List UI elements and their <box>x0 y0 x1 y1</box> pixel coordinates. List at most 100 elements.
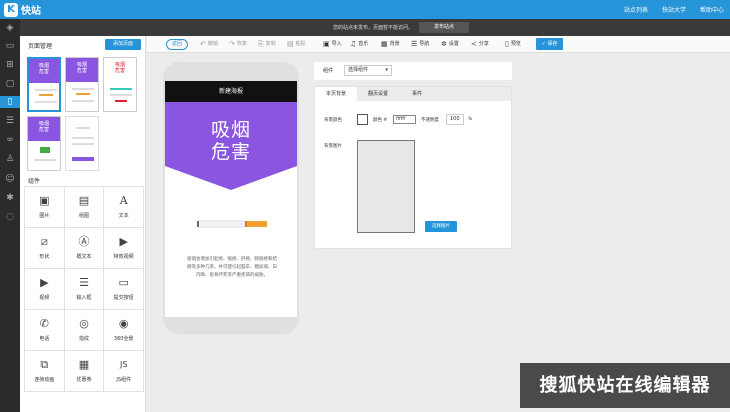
components-grid: ▣ 图片 ▤ 组图 A 文本 ⧄ 形状 Ⓐ 概文本 ▶ 特效视频 ▶ 视频 ☰ 输入框 ▭ 提交按… <box>24 186 145 392</box>
poster-title-line1: 吸烟 <box>210 119 251 141</box>
component-panorama[interactable]: ◉ 360全景 <box>104 310 145 351</box>
publish-site-button[interactable]: 发布站点 <box>419 22 469 33</box>
page-thumb-blank[interactable] <box>65 116 99 171</box>
preview-button[interactable]: ▯ 预览 <box>505 40 521 48</box>
phone-call-icon: ✆ <box>39 317 49 330</box>
properties-tabs: 本页背景 翻页设置 事件 <box>315 87 511 101</box>
copy-button[interactable]: ⎘ 复制 <box>258 40 276 49</box>
submit-icon: ▭ <box>118 276 129 289</box>
notice-text: 您的站点未发布，页面暂不能访问。 <box>333 25 414 31</box>
cart-icon[interactable]: ⊞ <box>4 59 16 71</box>
page-manager-title: 页面管理 <box>28 43 53 50</box>
save-button[interactable]: ✓ 保存 <box>536 38 563 50</box>
phone-icon[interactable]: ▯ <box>0 96 20 108</box>
paste-button[interactable]: ▤ 粘贴 <box>287 40 306 48</box>
background-icon: ▦ <box>381 40 388 48</box>
component-input[interactable]: ☰ 输入框 <box>64 269 105 310</box>
redo-button[interactable]: ↷ 恢复 <box>229 40 247 48</box>
app-name: 快站 <box>21 6 41 17</box>
tab-page-turn[interactable]: 翻页设置 <box>357 87 399 101</box>
component-gallery[interactable]: ▤ 组图 <box>64 187 105 228</box>
top-link-university[interactable]: 快站大学 <box>662 5 686 14</box>
component-js[interactable]: JS JS组件 <box>104 351 145 392</box>
shape-icon: ⧄ <box>40 235 48 248</box>
left-rail: ◈ ▭ ⊞ ▢ ▯ ☰ ∞ ♙ ☺ ✱ ◌ <box>0 19 20 412</box>
phone-screen[interactable]: 新建海报 吸烟 危害 吸烟会增加引起癌、喉癌、肝癌、膀胱癌和结肠等多种几率。并可… <box>165 81 297 317</box>
top-link-sites[interactable]: 站点列表 <box>624 5 648 14</box>
panorama-icon: ◉ <box>118 317 129 330</box>
music-button[interactable]: ♫ 音乐 <box>350 40 368 48</box>
tab-events[interactable]: 事件 <box>399 87 435 101</box>
bg-image-label: 背景图片 <box>324 144 342 149</box>
chevron-down-icon: ▾ <box>385 67 388 73</box>
js-icon: JS <box>119 360 128 369</box>
opacity-stepper[interactable]: 100 <box>446 114 464 125</box>
preview-phone-icon: ▯ <box>505 40 509 48</box>
undo-icon: ↶ <box>200 40 206 48</box>
chat-bubble-icon[interactable]: ◌ <box>4 211 16 223</box>
component-shape[interactable]: ⧄ 形状 <box>25 228 65 269</box>
nav-button[interactable]: ☰ 导航 <box>411 40 429 48</box>
frame-animation-icon: ⧉ <box>40 358 49 371</box>
redo-icon: ↷ <box>229 40 235 48</box>
component-text[interactable]: A 文本 <box>104 187 145 228</box>
add-page-button[interactable]: 添加页面 <box>105 39 141 50</box>
gallery-icon: ▤ <box>78 194 90 207</box>
gear-icon[interactable]: ✱ <box>4 192 16 204</box>
choose-image-button[interactable]: 选择图片 <box>425 221 457 232</box>
fingerprint-icon: ◎ <box>79 317 89 330</box>
poster-body-text: 吸烟会增加引起癌、喉癌、肝癌、膀胱癌和结肠等多种几率。并可使引起脑卒、糖尿病、白… <box>187 257 277 278</box>
phone-preview: 新建海报 吸烟 危害 吸烟会增加引起癌、喉癌、肝癌、膀胱癌和结肠等多种几率。并可… <box>163 62 299 334</box>
component-select[interactable]: 选择组件 ▾ <box>344 65 392 76</box>
page-thumb-4[interactable]: 吸烟 危害 <box>27 116 61 171</box>
page-thumb-3[interactable]: 吸烟 危害 <box>103 57 137 112</box>
component-coupon[interactable]: ▦ 优惠券 <box>64 351 105 392</box>
poster-title-line2: 危害 <box>210 141 251 163</box>
logo[interactable]: K 快站 <box>4 2 41 17</box>
component-effect-video[interactable]: ▶ 特效视频 <box>104 228 145 269</box>
cigarette-image <box>197 220 267 228</box>
component-phone[interactable]: ✆ 电话 <box>25 310 65 351</box>
person-icon[interactable]: ☺ <box>4 173 16 185</box>
bg-image-preview[interactable] <box>357 140 415 233</box>
settings-button[interactable]: ✲ 设置 <box>441 40 459 48</box>
color-hex-input[interactable]: ffffff <box>393 115 416 124</box>
coupon-icon: ▦ <box>78 358 90 371</box>
logo-icon: K <box>4 2 18 17</box>
page-thumb-2[interactable]: 吸烟 危害 <box>65 57 99 112</box>
settings-gear-icon: ✲ <box>441 40 447 48</box>
tab-page-background[interactable]: 本页背景 <box>315 87 357 101</box>
chat-icon[interactable]: ▢ <box>4 78 16 90</box>
component-submit[interactable]: ▭ 提交按钮 <box>104 269 145 310</box>
page-icon[interactable]: ▭ <box>4 40 16 52</box>
share-icon: ≺ <box>471 40 477 48</box>
page-manager-panel: 页面管理 添加页面 吸烟 危害 吸烟 危害 吸烟 危害 吸烟 危害 组件 ▣ 图片 ▤ 组图… <box>20 36 146 412</box>
import-icon: ▣ <box>323 40 330 48</box>
component-rich-text[interactable]: Ⓐ 概文本 <box>64 228 105 269</box>
page-thumb-1[interactable]: 吸烟 危害 <box>27 57 61 112</box>
link-icon[interactable]: ∞ <box>4 134 16 146</box>
component-image[interactable]: ▣ 图片 <box>25 187 65 228</box>
video-icon: ▶ <box>40 276 49 289</box>
component-fingerprint[interactable]: ◎ 指纹 <box>64 310 105 351</box>
import-button[interactable]: ▣ 导入 <box>323 40 342 48</box>
list-icon[interactable]: ☰ <box>4 115 16 127</box>
component-video[interactable]: ▶ 视频 <box>25 269 65 310</box>
color-swatch[interactable] <box>357 114 368 125</box>
top-link-help[interactable]: 帮助中心 <box>700 5 724 14</box>
layers-icon[interactable]: ◈ <box>4 22 16 34</box>
share-button[interactable]: ≺ 分享 <box>471 40 489 48</box>
properties-panel: 本页背景 翻页设置 事件 背景颜色 颜色 # ffffff 不透明度 100 %… <box>314 86 512 249</box>
watermark-caption: 搜狐快站在线编辑器 <box>520 363 730 408</box>
background-button[interactable]: ▦ 背景 <box>381 40 400 48</box>
input-icon: ☰ <box>79 276 89 289</box>
user-icon[interactable]: ♙ <box>4 153 16 165</box>
paste-icon: ▤ <box>287 40 294 48</box>
component-frame-animation[interactable]: ⧉ 连帧动画 <box>25 351 65 392</box>
opacity-unit: % <box>468 117 473 122</box>
copy-icon: ⎘ <box>258 40 264 48</box>
back-button[interactable]: 返回 <box>166 39 188 50</box>
undo-button[interactable]: ↶ 撤销 <box>200 40 218 48</box>
bg-color-label: 背景颜色 <box>324 118 342 123</box>
notice-bar: 您的站点未发布，页面暂不能访问。 发布站点 <box>0 19 730 36</box>
